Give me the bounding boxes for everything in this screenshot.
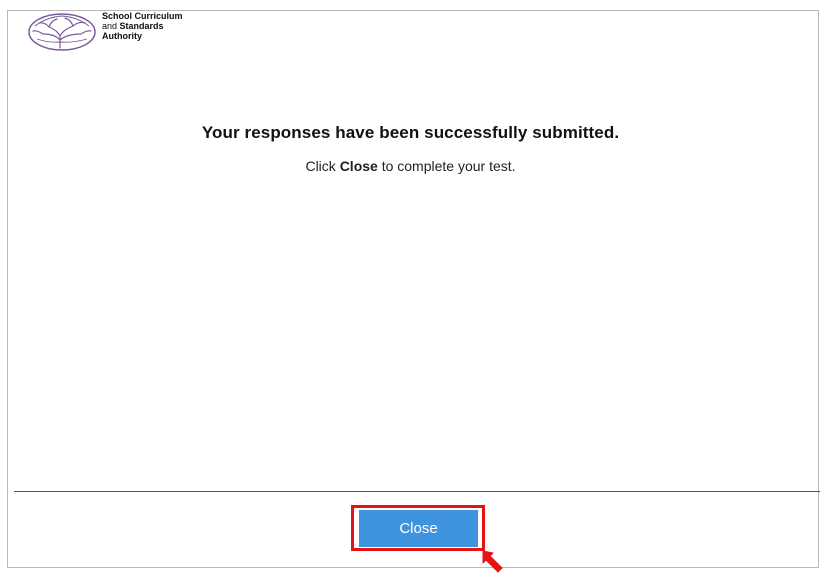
org-name-line2-bold: Standards (119, 21, 164, 31)
tree-logo-icon (27, 12, 98, 52)
org-name-line2: and Standards (102, 21, 183, 31)
app-window (7, 10, 819, 568)
instruction-suffix: to complete your test. (381, 158, 516, 174)
org-logo: School Curriculum and Standards Authorit… (27, 11, 183, 52)
org-name-line2-prefix: and (102, 21, 118, 31)
submission-success-title: Your responses have been successfully su… (201, 123, 620, 142)
org-name-line3: Authority (102, 31, 142, 41)
close-button[interactable]: Close (359, 510, 478, 547)
org-name-line1: School Curriculum (102, 11, 183, 21)
org-name: School Curriculum and Standards Authorit… (102, 11, 183, 41)
red-arrow-cursor-icon (481, 549, 505, 580)
footer-divider (14, 491, 820, 492)
instruction-prefix: Click (305, 158, 336, 174)
completion-instruction: Click Close to complete your test. (0, 158, 821, 174)
instruction-close-word: Close (339, 158, 378, 174)
